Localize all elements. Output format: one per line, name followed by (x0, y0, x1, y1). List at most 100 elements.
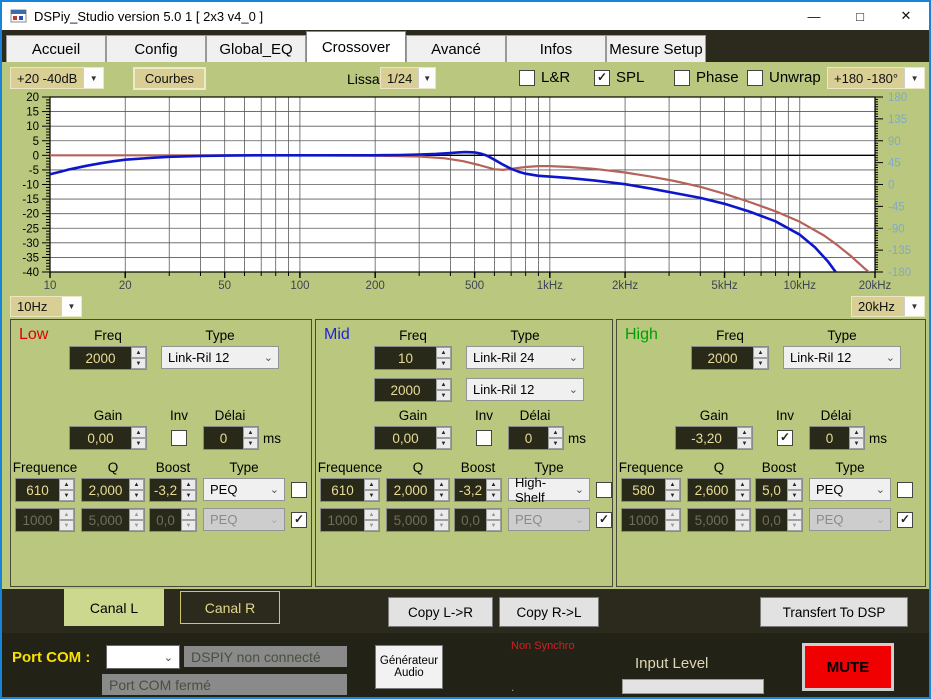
mid-eq1-boost-spinner-up[interactable]: ▲ (486, 479, 501, 490)
chevron-down-icon[interactable]: ▼ (904, 68, 924, 88)
mid-xover2-freq-spinner-up[interactable]: ▲ (436, 379, 451, 390)
mid-eq1-type-combo[interactable]: High-Shelf⌄ (508, 478, 590, 501)
high-xover1-freq-spinner-down[interactable]: ▼ (753, 358, 768, 369)
low-eq1-q-spinner-down[interactable]: ▼ (129, 490, 144, 501)
low-xover1-freq-spinner[interactable]: 2000▲▼ (69, 346, 147, 370)
high-gain-spinner[interactable]: -3,20▲▼ (675, 426, 753, 450)
chevron-down-icon[interactable]: ▼ (61, 297, 81, 316)
mid-eq1-boost-spinner-down[interactable]: ▼ (486, 490, 501, 501)
checkbox-unwrap[interactable]: Unwrap (747, 69, 821, 86)
low-delay-spinner[interactable]: 0▲▼ (203, 426, 259, 450)
high-eq2-enable-checkbox[interactable]: ✓ (897, 512, 913, 528)
freq-range-low-combo[interactable]: 10Hz▼ (10, 296, 82, 317)
mid-eq1-boost-spinner[interactable]: -3,2▲▼ (454, 478, 502, 502)
tab-avanc-[interactable]: Avancé (406, 35, 506, 62)
low-xover1-freq-spinner-down[interactable]: ▼ (131, 358, 146, 369)
mid-eq1-enable-checkbox[interactable] (596, 482, 612, 498)
mid-eq1-freq-spinner[interactable]: 610▲▼ (320, 478, 380, 502)
port-com-combo[interactable]: ⌄ (106, 645, 180, 669)
low-eq1-freq-spinner-up[interactable]: ▲ (59, 479, 74, 490)
mid-gain-spinner-up[interactable]: ▲ (436, 427, 451, 438)
low-inv-checkbox[interactable] (171, 430, 187, 446)
high-eq1-boost-spinner-down[interactable]: ▼ (787, 490, 802, 501)
high-xover1-type-combo[interactable]: Link-Ril 12⌄ (783, 346, 901, 369)
copy-r-to-l-button[interactable]: Copy R->L (499, 597, 599, 627)
low-gain-spinner[interactable]: 0,00▲▼ (69, 426, 147, 450)
high-eq1-enable-checkbox[interactable] (897, 482, 913, 498)
high-eq1-boost-spinner-up[interactable]: ▲ (787, 479, 802, 490)
tab-crossover[interactable]: Crossover (306, 31, 406, 62)
low-delay-spinner-up[interactable]: ▲ (243, 427, 258, 438)
low-eq2-enable-checkbox[interactable]: ✓ (291, 512, 307, 528)
copy-l-to-r-button[interactable]: Copy L->R (388, 597, 493, 627)
high-eq1-q-spinner-up[interactable]: ▲ (735, 479, 750, 490)
mid-eq2-enable-checkbox[interactable]: ✓ (596, 512, 612, 528)
low-eq1-q-spinner[interactable]: 2,000▲▼ (81, 478, 145, 502)
canal-l-button[interactable]: Canal L (64, 589, 164, 626)
high-eq1-type-combo[interactable]: PEQ⌄ (809, 478, 891, 501)
chevron-down-icon[interactable]: ▼ (904, 297, 924, 316)
db-range-combo[interactable]: +20 -40dB▼ (10, 67, 104, 89)
mid-xover2-freq-spinner-down[interactable]: ▼ (436, 390, 451, 401)
transfer-to-dsp-button[interactable]: Transfert To DSP (760, 597, 908, 627)
high-eq1-freq-spinner[interactable]: 580▲▼ (621, 478, 681, 502)
high-eq1-q-spinner-down[interactable]: ▼ (735, 490, 750, 501)
maximize-button[interactable]: □ (837, 2, 883, 30)
chevron-down-icon[interactable]: ▼ (83, 68, 103, 88)
mid-xover1-freq-spinner[interactable]: 10▲▼ (374, 346, 452, 370)
high-gain-spinner-up[interactable]: ▲ (737, 427, 752, 438)
mid-eq1-q-spinner-down[interactable]: ▼ (434, 490, 449, 501)
mid-gain-spinner-down[interactable]: ▼ (436, 438, 451, 449)
high-eq1-q-spinner[interactable]: 2,600▲▼ (687, 478, 751, 502)
tab-mesure-setup[interactable]: Mesure Setup (606, 35, 706, 62)
mid-inv-checkbox[interactable] (476, 430, 492, 446)
low-eq1-boost-spinner[interactable]: -3,2▲▼ (149, 478, 197, 502)
canal-r-button[interactable]: Canal R (180, 591, 280, 624)
low-gain-spinner-down[interactable]: ▼ (131, 438, 146, 449)
high-delay-spinner-up[interactable]: ▲ (849, 427, 864, 438)
minimize-button[interactable]: — (791, 2, 837, 30)
checkbox-spl[interactable]: ✓SPL (594, 69, 644, 86)
mid-xover1-freq-spinner-up[interactable]: ▲ (436, 347, 451, 358)
high-delay-spinner-down[interactable]: ▼ (849, 438, 864, 449)
low-gain-spinner-up[interactable]: ▲ (131, 427, 146, 438)
mid-xover1-type-combo[interactable]: Link-Ril 24⌄ (466, 346, 584, 369)
high-xover1-freq-spinner-up[interactable]: ▲ (753, 347, 768, 358)
tab-global-eq[interactable]: Global_EQ (206, 35, 306, 62)
high-inv-checkbox[interactable]: ✓ (777, 430, 793, 446)
mid-eq1-q-spinner-up[interactable]: ▲ (434, 479, 449, 490)
lissage-combo[interactable]: 1/24▼ (380, 67, 436, 89)
chevron-down-icon[interactable]: ▼ (418, 68, 435, 88)
tab-accueil[interactable]: Accueil (6, 35, 106, 62)
low-delay-spinner-down[interactable]: ▼ (243, 438, 258, 449)
mid-eq1-freq-spinner-down[interactable]: ▼ (364, 490, 379, 501)
mid-eq1-q-spinner[interactable]: 2,000▲▼ (386, 478, 450, 502)
mid-xover2-freq-spinner[interactable]: 2000▲▼ (374, 378, 452, 402)
tab-config[interactable]: Config (106, 35, 206, 62)
freq-range-high-combo[interactable]: 20kHz▼ (851, 296, 925, 317)
close-button[interactable]: ✕ (883, 2, 929, 30)
low-xover1-freq-spinner-up[interactable]: ▲ (131, 347, 146, 358)
mid-delay-spinner-down[interactable]: ▼ (548, 438, 563, 449)
low-eq1-q-spinner-up[interactable]: ▲ (129, 479, 144, 490)
low-eq1-freq-spinner-down[interactable]: ▼ (59, 490, 74, 501)
mid-delay-spinner-up[interactable]: ▲ (548, 427, 563, 438)
audio-generator-button[interactable]: Générateur Audio (375, 645, 443, 689)
mid-eq1-freq-spinner-up[interactable]: ▲ (364, 479, 379, 490)
high-delay-spinner[interactable]: 0▲▼ (809, 426, 865, 450)
high-eq1-freq-spinner-down[interactable]: ▼ (665, 490, 680, 501)
mid-xover1-freq-spinner-down[interactable]: ▼ (436, 358, 451, 369)
tab-infos[interactable]: Infos (506, 35, 606, 62)
low-eq1-type-combo[interactable]: PEQ⌄ (203, 478, 285, 501)
courbes-button[interactable]: Courbes (133, 67, 206, 90)
phase-range-combo[interactable]: +180 -180°▼ (827, 67, 925, 89)
high-eq1-freq-spinner-up[interactable]: ▲ (665, 479, 680, 490)
low-eq1-enable-checkbox[interactable] (291, 482, 307, 498)
low-eq1-boost-spinner-up[interactable]: ▲ (181, 479, 196, 490)
high-gain-spinner-down[interactable]: ▼ (737, 438, 752, 449)
low-eq1-boost-spinner-down[interactable]: ▼ (181, 490, 196, 501)
mid-gain-spinner[interactable]: 0,00▲▼ (374, 426, 452, 450)
checkbox-phase[interactable]: Phase (674, 69, 739, 86)
low-xover1-type-combo[interactable]: Link-Ril 12⌄ (161, 346, 279, 369)
high-xover1-freq-spinner[interactable]: 2000▲▼ (691, 346, 769, 370)
